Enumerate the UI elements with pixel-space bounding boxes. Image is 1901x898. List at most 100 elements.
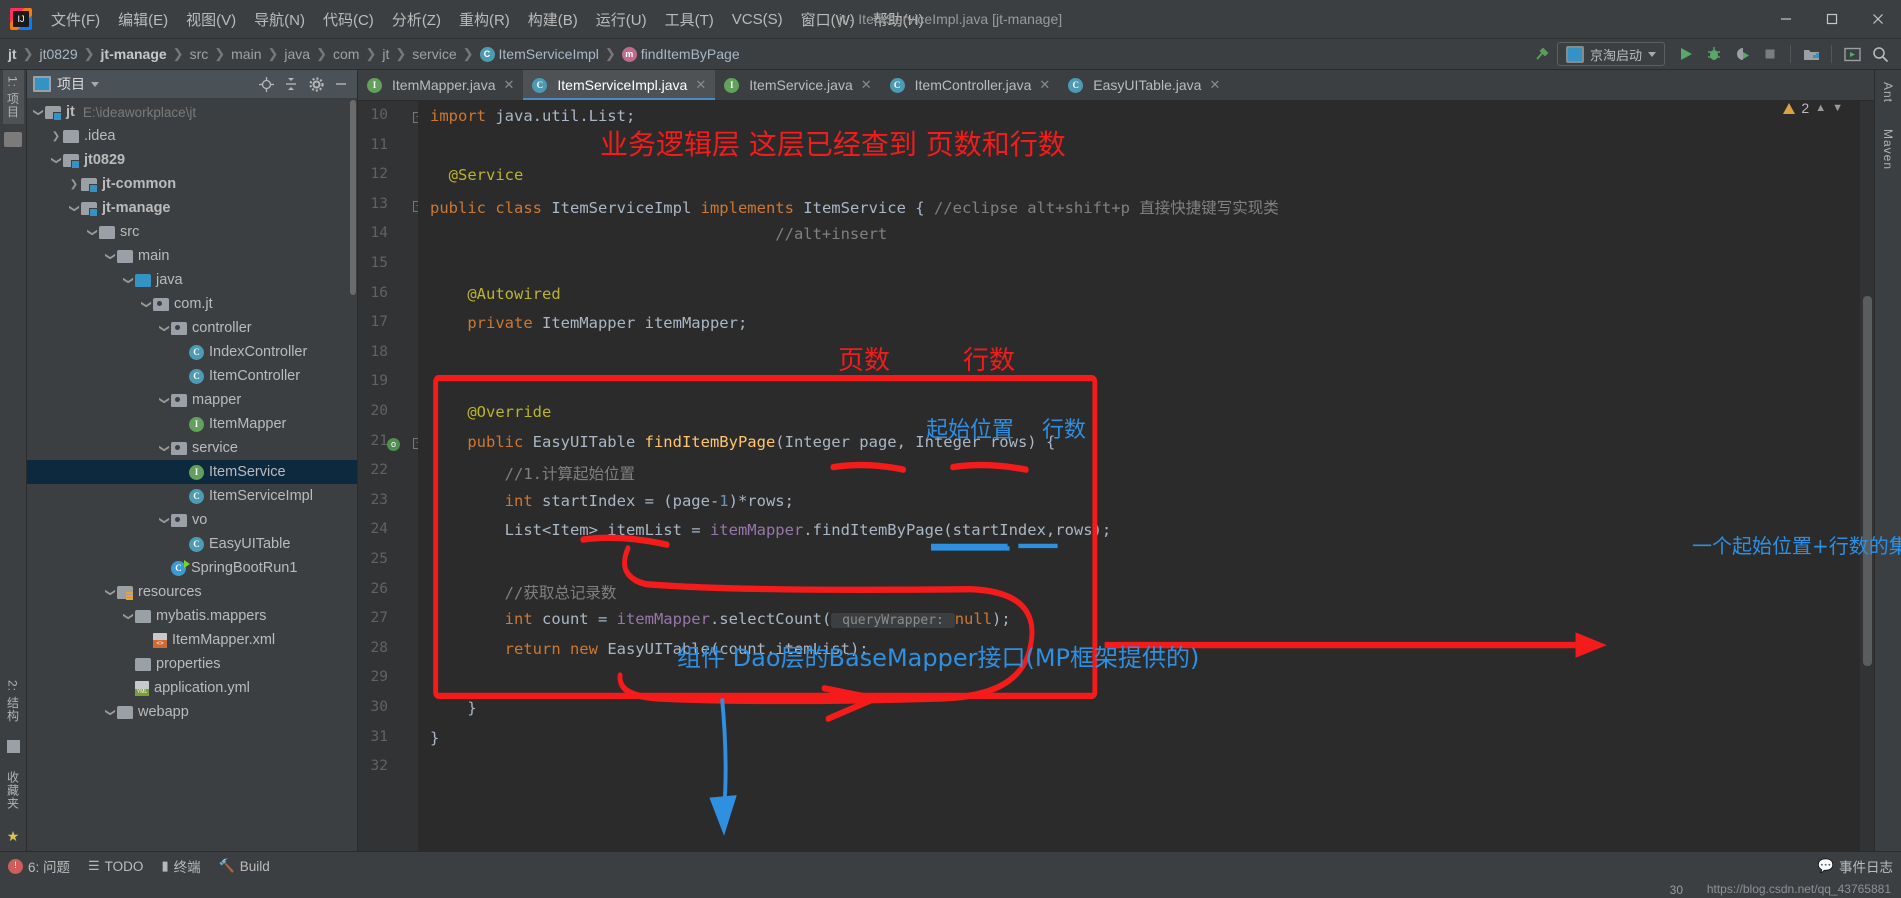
tree-item-controller[interactable]: controller — [27, 316, 357, 340]
breadcrumb-item-main[interactable]: main — [229, 45, 263, 63]
breadcrumb-item-src[interactable]: src — [188, 45, 211, 63]
chevron-up-icon[interactable]: ▲ — [1815, 102, 1826, 114]
menu-file[interactable]: 文件(F) — [42, 5, 109, 34]
editor-scrollbar-thumb[interactable] — [1863, 296, 1872, 666]
chevron-open-icon[interactable] — [103, 587, 117, 598]
menu-view[interactable]: 视图(V) — [177, 5, 245, 34]
status-event-log[interactable]: 💬 事件日志 — [1818, 856, 1893, 876]
tree-item-easyuitable[interactable]: C EasyUITable — [27, 532, 357, 556]
menu-analyze[interactable]: 分析(Z) — [383, 5, 450, 34]
rail-tab-favorites[interactable]: 收藏夹 — [3, 763, 24, 818]
rail-tab-ant[interactable]: Ant — [1879, 76, 1897, 109]
chevron-open-icon[interactable] — [67, 203, 81, 214]
tree-item-com-jt[interactable]: com.jt — [27, 292, 357, 316]
tree-item-jt-common[interactable]: jt-common — [27, 172, 357, 196]
chevron-open-icon[interactable] — [49, 155, 63, 166]
breadcrumb-item-finditembypage[interactable]: m findItemByPage — [620, 45, 742, 63]
chevron-open-icon[interactable] — [103, 251, 117, 262]
chevron-open-icon[interactable] — [139, 299, 153, 310]
menu-window[interactable]: 窗口(W) — [792, 5, 864, 34]
chevron-open-icon[interactable] — [85, 227, 99, 238]
locate-icon[interactable] — [256, 74, 276, 94]
editor-tab-itemserviceimpl-java[interactable]: C ItemServiceImpl.java ✕ — [523, 70, 716, 100]
menu-run[interactable]: 运行(U) — [587, 5, 656, 34]
tree-item-indexcontroller[interactable]: C IndexController — [27, 340, 357, 364]
tree-item-mybatis-mappers[interactable]: mybatis.mappers — [27, 604, 357, 628]
chevron-down-icon[interactable]: ▼ — [1832, 102, 1843, 114]
breadcrumb-item-jt-manage[interactable]: jt-manage — [99, 45, 169, 63]
editor-tab-itemcontroller-java[interactable]: C ItemController.java ✕ — [880, 70, 1060, 100]
rail-tab-maven[interactable]: Maven — [1879, 123, 1897, 176]
menu-code[interactable]: 代码(C) — [314, 5, 383, 34]
rail-tab-structure[interactable]: 2: 结构 — [3, 672, 24, 730]
status-terminal[interactable]: ▮ 终端 — [161, 856, 200, 876]
editor-right-gutter[interactable] — [1860, 101, 1874, 851]
breadcrumb-item-itemserviceimpl[interactable]: C ItemServiceImpl — [478, 45, 601, 63]
chevron-open-icon[interactable] — [103, 707, 117, 718]
build-project-button[interactable] — [1798, 42, 1824, 66]
chevron-open-icon[interactable] — [157, 395, 171, 406]
chevron-open-icon[interactable] — [157, 515, 171, 526]
chevron-open-icon[interactable] — [31, 107, 45, 118]
settings-gear-icon[interactable] — [306, 74, 326, 94]
breadcrumb-item-java[interactable]: java — [282, 45, 312, 63]
rail-folder-icon[interactable] — [4, 132, 22, 148]
breadcrumb-item-jt0829[interactable]: jt0829 — [37, 45, 79, 63]
chevron-closed-icon[interactable] — [49, 131, 63, 142]
menu-build[interactable]: 构建(B) — [519, 5, 587, 34]
rail-tab-project[interactable]: 1: 项目 — [2, 70, 24, 125]
maximize-button[interactable] — [1809, 0, 1855, 38]
project-view-chevron-icon[interactable] — [91, 81, 99, 87]
tree-item-resources[interactable]: resources — [27, 580, 357, 604]
menu-tools[interactable]: 工具(T) — [656, 5, 723, 34]
hammer-build-icon[interactable] — [1529, 42, 1555, 66]
tree-item-itemservice[interactable]: I ItemService — [27, 460, 357, 484]
menu-edit[interactable]: 编辑(E) — [109, 5, 177, 34]
status-build[interactable]: 🔨 Build — [219, 858, 270, 874]
chevron-closed-icon[interactable] — [67, 179, 81, 190]
tree-item-main[interactable]: main — [27, 244, 357, 268]
tree-item-application-yml[interactable]: application.yml — [27, 676, 357, 700]
tree-item-itemserviceimpl[interactable]: C ItemServiceImpl — [27, 484, 357, 508]
close-tab-icon[interactable]: ✕ — [1209, 77, 1220, 93]
tree-item-itemmapper[interactable]: I ItemMapper — [27, 412, 357, 436]
tree-item-springbootrun1[interactable]: C SpringBootRun1 — [27, 556, 357, 580]
run-button[interactable] — [1673, 42, 1699, 66]
tree-item-properties[interactable]: properties — [27, 652, 357, 676]
tree-item-src[interactable]: src — [27, 220, 357, 244]
breadcrumb-item-jt[interactable]: jt — [6, 45, 19, 63]
tree-item-webapp[interactable]: webapp — [27, 700, 357, 724]
tree-item--idea[interactable]: .idea — [27, 124, 357, 148]
editor-area[interactable]: 10−111213−1415161718192021o−222324252627… — [358, 101, 1874, 851]
tree-item-jt0829[interactable]: jt0829 — [27, 148, 357, 172]
chevron-open-icon[interactable] — [121, 275, 135, 286]
close-tab-icon[interactable]: ✕ — [861, 77, 872, 93]
menu-help[interactable]: 帮助(H) — [864, 5, 933, 34]
tree-item-jt[interactable]: jt E:\ideaworkplace\jt — [27, 100, 357, 124]
status-problems[interactable]: ! 6: 问题 — [8, 856, 70, 876]
tree-item-itemmapper-xml[interactable]: ItemMapper.xml — [27, 628, 357, 652]
project-tree[interactable]: jt E:\ideaworkplace\jt .idea jt0829 jt-commo… — [27, 98, 357, 851]
breadcrumb-item-jt[interactable]: jt — [380, 45, 391, 63]
override-method-gutter-icon[interactable]: o — [387, 437, 400, 451]
chevron-open-icon[interactable] — [121, 611, 135, 622]
status-todo[interactable]: ☰ TODO — [88, 858, 143, 874]
close-button[interactable] — [1855, 0, 1901, 38]
search-everywhere-icon[interactable] — [1867, 42, 1893, 66]
run-with-coverage-button[interactable] — [1729, 42, 1755, 66]
chevron-open-icon[interactable] — [157, 323, 171, 334]
run-configuration-selector[interactable]: 京淘启动 — [1556, 42, 1665, 66]
menu-vcs[interactable]: VCS(S) — [723, 7, 792, 32]
debug-button[interactable] — [1701, 42, 1727, 66]
close-tab-icon[interactable]: ✕ — [695, 77, 706, 93]
stop-button[interactable] — [1757, 42, 1783, 66]
menu-navigate[interactable]: 导航(N) — [245, 5, 314, 34]
minimize-button[interactable] — [1763, 0, 1809, 38]
editor-tab-itemservice-java[interactable]: I ItemService.java ✕ — [715, 70, 881, 100]
code-content[interactable]: import java.util.List; @Service public cl… — [418, 101, 1860, 851]
editor-gutter[interactable]: 10−111213−1415161718192021o−222324252627… — [358, 101, 424, 851]
tree-item-itemcontroller[interactable]: C ItemController — [27, 364, 357, 388]
breadcrumb-item-com[interactable]: com — [331, 45, 361, 63]
close-tab-icon[interactable]: ✕ — [504, 77, 515, 93]
tree-item-mapper[interactable]: mapper — [27, 388, 357, 412]
